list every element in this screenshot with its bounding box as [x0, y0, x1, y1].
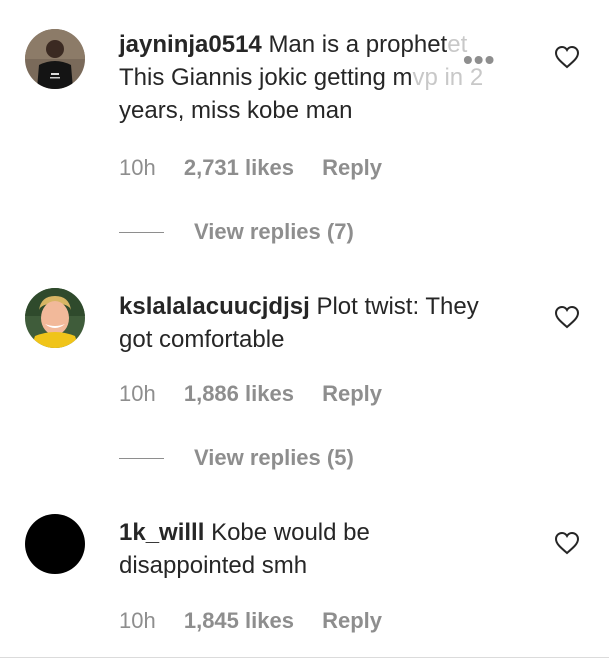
comment-time: 10h: [119, 155, 156, 180]
comment-likes[interactable]: 2,731 likes: [184, 155, 294, 180]
comment-body: Kobe would be: [211, 519, 370, 546]
user-avatar-black-icon: [25, 514, 85, 574]
view-replies-label: View replies (7): [194, 219, 354, 244]
comment-text: 1k_willl Kobe would be disappointed smh: [119, 516, 519, 582]
user-avatar-blonde-icon: [25, 288, 85, 348]
reply-button[interactable]: Reply: [322, 155, 382, 180]
heart-outline-icon[interactable]: [554, 531, 580, 555]
divider: [119, 458, 164, 459]
comment-time: 10h: [119, 381, 156, 406]
comment-text: jayninja0514 Man is a prophetet This Gia…: [119, 28, 519, 127]
comment-meta: 10h 1,845 likes Reply: [119, 608, 404, 634]
comment-meta: 10h 2,731 likes Reply: [119, 155, 404, 181]
reply-button[interactable]: Reply: [322, 608, 382, 633]
comment-body: Man is a prophet: [268, 31, 448, 58]
comment-body-line2: This Giannis jokic getting m: [119, 64, 413, 91]
comment-username[interactable]: jayninja0514: [119, 31, 262, 58]
heart-outline-icon[interactable]: [554, 305, 580, 329]
comment-body: Plot twist: They: [316, 293, 479, 320]
divider: [119, 232, 164, 233]
comment-username[interactable]: kslalalacuucjdjsj: [119, 293, 310, 320]
avatar[interactable]: [25, 514, 85, 574]
comment-time: 10h: [119, 608, 156, 633]
view-replies-label: View replies (5): [194, 445, 354, 470]
comment-body-line2: got comfortable: [119, 326, 285, 353]
user-avatar-black-shirt-icon: [25, 29, 85, 89]
comment-likes[interactable]: 1,886 likes: [184, 381, 294, 406]
comment-body-line3: years, miss kobe man: [119, 97, 353, 124]
comment-text: kslalalacuucjdjsj Plot twist: They got c…: [119, 290, 519, 356]
comment-likes[interactable]: 1,845 likes: [184, 608, 294, 633]
reply-button[interactable]: Reply: [322, 381, 382, 406]
avatar[interactable]: [25, 29, 85, 89]
avatar[interactable]: [25, 288, 85, 348]
more-options-button[interactable]: •••: [463, 46, 495, 74]
heart-outline-icon[interactable]: [554, 45, 580, 69]
comment-username[interactable]: 1k_willl: [119, 519, 204, 546]
comment-meta: 10h 1,886 likes Reply: [119, 381, 404, 407]
divider: [0, 657, 609, 658]
comment-body-line2: disappointed smh: [119, 552, 308, 579]
